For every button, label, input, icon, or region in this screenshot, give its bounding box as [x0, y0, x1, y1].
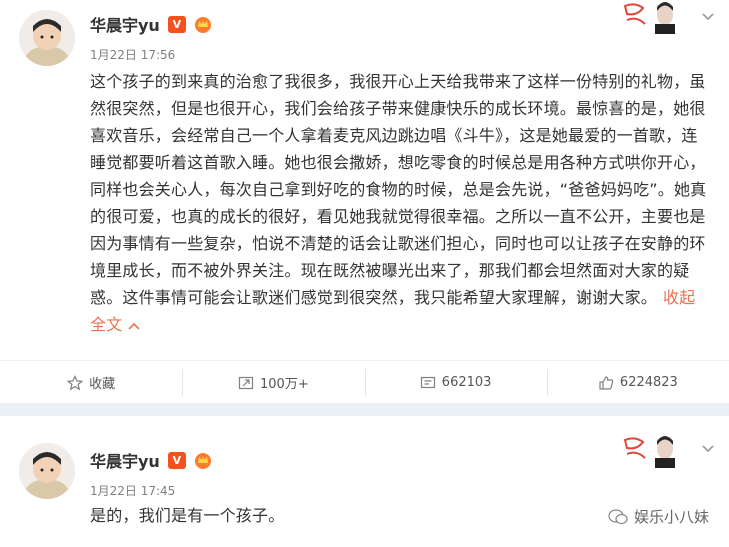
user-row: 华晨宇yu V — [90, 12, 212, 36]
like-count: 6224823 — [619, 375, 678, 390]
chevron-up-icon[interactable] — [128, 321, 140, 331]
avatar-image — [19, 443, 75, 499]
user-name[interactable]: 华晨宇yu — [90, 448, 160, 472]
comment-count: 662103 — [441, 375, 492, 390]
verified-badge[interactable]: V — [167, 15, 186, 33]
wechat-icon — [608, 508, 628, 524]
brand-card-image[interactable] — [621, 434, 677, 468]
post-time[interactable]: 1月22日 17:45 — [90, 482, 175, 499]
action-bar: 收藏 100万+ 662103 6224823 — [0, 360, 729, 404]
weibo-post: 华晨宇yu V 1月22日 17:45 是的，我们是有一个孩子。 — [0, 416, 729, 547]
chevron-down-icon[interactable] — [701, 442, 715, 456]
watermark: 娱乐小八妹 — [608, 506, 709, 527]
repost-button[interactable]: 100万+ — [182, 361, 364, 404]
thumbs-up-icon — [599, 375, 614, 390]
chevron-down-icon[interactable] — [701, 10, 715, 24]
favorite-label: 收藏 — [89, 377, 116, 392]
feed-divider — [0, 403, 729, 416]
comment-icon — [420, 376, 435, 388]
star-icon — [67, 374, 84, 390]
brand-card-image[interactable] — [621, 0, 677, 34]
verified-badge[interactable]: V — [167, 451, 186, 469]
weibo-post: 华晨宇yu V 1月22日 17:56 这个孩子的到来真的治愈了我很多，我很开心… — [0, 0, 729, 403]
avatar[interactable] — [19, 10, 75, 66]
avatar-image — [19, 10, 75, 66]
user-row: 华晨宇yu V — [90, 448, 212, 472]
user-name[interactable]: 华晨宇yu — [90, 12, 160, 36]
post-content: 这个孩子的到来真的治愈了我很多，我很开心上天给我带来了这样一份特别的礼物，虽然很… — [90, 68, 710, 338]
crown-badge-icon[interactable] — [194, 451, 212, 469]
like-button[interactable]: 6224823 — [546, 361, 729, 404]
avatar[interactable] — [19, 443, 75, 499]
repost-icon — [238, 376, 254, 389]
post-text: 这个孩子的到来真的治愈了我很多，我很开心上天给我带来了这样一份特别的礼物，虽然很… — [90, 72, 707, 307]
post-text: 是的，我们是有一个孩子。 — [90, 506, 285, 525]
crown-badge-icon[interactable] — [194, 15, 212, 33]
post-time[interactable]: 1月22日 17:56 — [90, 46, 175, 63]
comment-button[interactable]: 662103 — [364, 361, 547, 404]
favorite-button[interactable]: 收藏 — [0, 361, 182, 404]
repost-count: 100万+ — [260, 377, 309, 392]
watermark-text: 娱乐小八妹 — [633, 508, 709, 526]
